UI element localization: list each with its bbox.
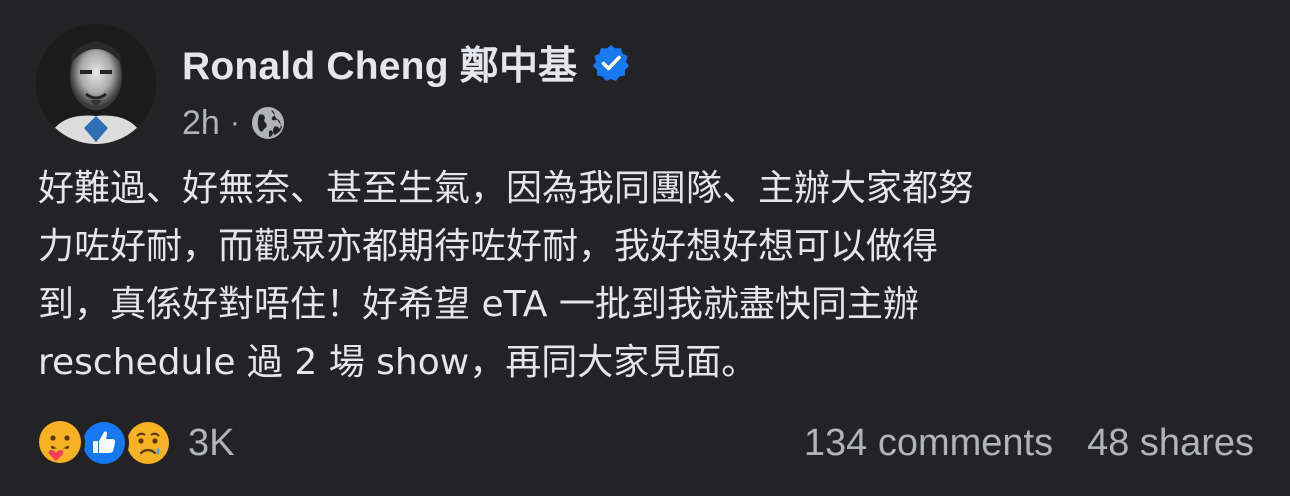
shares-count-link[interactable]: 48 shares [1087, 422, 1254, 465]
post-text-line: 好難過、好無奈、甚至生氣，因為我同團隊、主辦大家都努 [38, 168, 975, 209]
post-meta: 2h · [182, 100, 286, 146]
comments-count-link[interactable]: 134 comments [804, 422, 1053, 465]
reaction-count: 3K [188, 421, 235, 464]
post-text-line: reschedule 過 2 場 show，再同大家見面。 [38, 342, 758, 383]
author-avatar[interactable] [36, 24, 156, 144]
globe-icon[interactable] [250, 105, 286, 141]
avatar-photo [36, 24, 156, 144]
post-text-line: 力咗好耐，而觀眾亦都期待咗好耐，我好想好想可以做得 [38, 226, 939, 267]
verified-badge-icon [591, 43, 631, 83]
meta-separator: · [229, 106, 240, 139]
post-footer: 3K 134 comments 48 shares [34, 414, 1254, 472]
reactions-summary[interactable]: 3K [34, 417, 234, 469]
post-text-line: 到，真係好對唔住！好希望 eTA 一批到我就盡快同主辦 [38, 284, 919, 325]
author-name[interactable]: Ronald Cheng 鄭中基 [182, 35, 577, 91]
post-body: 好難過、好無奈、甚至生氣，因為我同團隊、主辦大家都努 力咗好耐，而觀眾亦都期待咗… [38, 160, 1248, 392]
care-emoji-icon [34, 417, 86, 469]
post-timestamp[interactable]: 2h [182, 104, 220, 143]
post-header: Ronald Cheng 鄭中基 [182, 38, 631, 88]
engagement-counts: 134 comments 48 shares [804, 422, 1254, 465]
